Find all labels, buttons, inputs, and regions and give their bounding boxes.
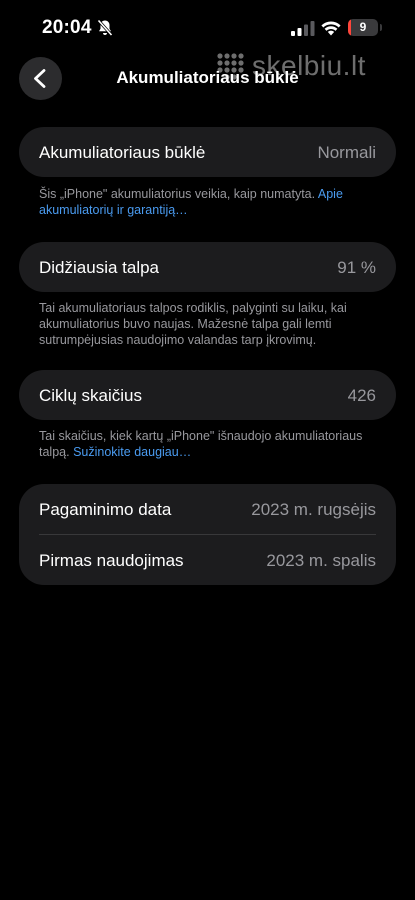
- dates-card: Pagaminimo data 2023 m. rugsėjis Pirmas …: [19, 484, 396, 585]
- battery-health-screen: 20:04 9 skelbiu.lt Akumuliatoriaus būklė…: [0, 0, 415, 900]
- chevron-left-icon: [34, 69, 46, 88]
- back-button[interactable]: [19, 57, 62, 100]
- battery-level: 9: [359, 20, 367, 34]
- first-use-label: Pirmas naudojimas: [39, 551, 184, 570]
- max-capacity-row: Didžiausia talpa 91 %: [19, 242, 396, 292]
- max-capacity-note: Tai akumuliatoriaus talpos rodiklis, pal…: [39, 301, 347, 347]
- max-capacity-value: 91 %: [337, 258, 376, 277]
- battery-indicator: 9: [348, 19, 378, 36]
- battery-health-note-text: Šis „iPhone" akumuliatorius veikia, kaip…: [39, 187, 318, 201]
- battery-health-row[interactable]: Akumuliatoriaus būklė Normali: [19, 127, 396, 177]
- page-title: Akumuliatoriaus būklė: [116, 68, 299, 87]
- cycle-count-value: 426: [347, 386, 376, 405]
- first-use-value: 2023 m. spalis: [266, 551, 376, 570]
- max-capacity-card: Didžiausia talpa 91 %: [19, 242, 396, 292]
- max-capacity-label: Didžiausia talpa: [39, 258, 160, 277]
- first-use-row: Pirmas naudojimas 2023 m. spalis: [19, 535, 396, 585]
- cycle-count-note: Tai skaičius, kiek kartų „iPhone" išnaud…: [39, 428, 379, 460]
- cellular-signal-icon: [291, 21, 315, 36]
- battery-health-note: Šis „iPhone" akumuliatorius veikia, kaip…: [39, 186, 379, 218]
- cycle-count-card: Ciklų skaičius 426: [19, 370, 396, 420]
- bell-slash-icon: [97, 19, 113, 37]
- battery-tip: [380, 24, 382, 31]
- learn-more-link[interactable]: Sužinokite daugiau…: [73, 445, 191, 459]
- manufacture-date-row: Pagaminimo data 2023 m. rugsėjis: [19, 484, 396, 534]
- cycle-count-row: Ciklų skaičius 426: [19, 370, 396, 420]
- manufacture-date-value: 2023 m. rugsėjis: [251, 500, 376, 519]
- battery-health-label: Akumuliatoriaus būklė: [39, 143, 206, 162]
- battery-health-value: Normali: [317, 143, 376, 162]
- battery-health-card: Akumuliatoriaus būklė Normali: [19, 127, 396, 177]
- cycle-count-label: Ciklų skaičius: [39, 386, 142, 405]
- manufacture-date-label: Pagaminimo data: [39, 500, 172, 519]
- wifi-icon: [321, 21, 341, 36]
- status-time: 20:04: [42, 17, 92, 38]
